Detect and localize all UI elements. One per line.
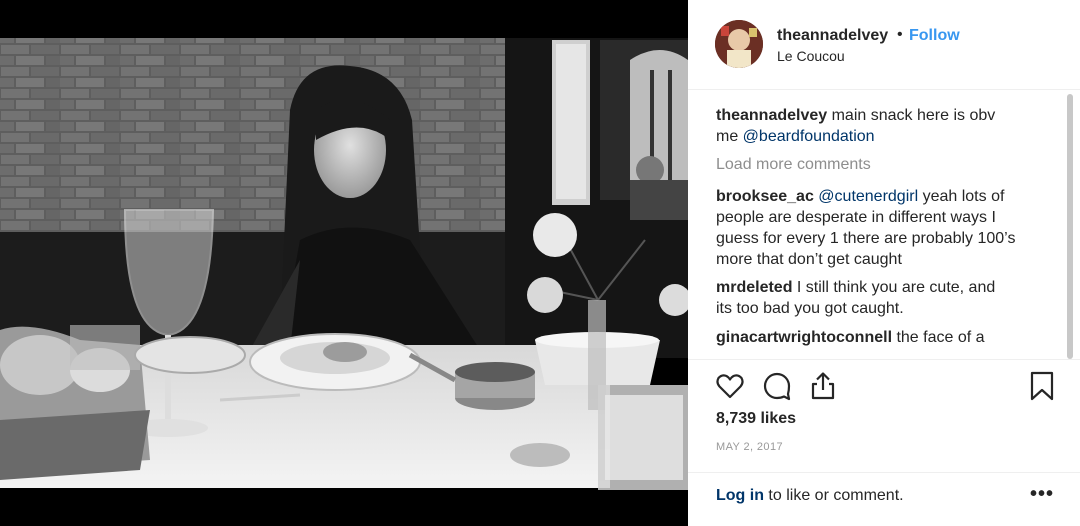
bookmark-icon[interactable] [1027, 371, 1057, 401]
caption-mention[interactable]: @beardfoundation [743, 128, 875, 145]
comment-mention[interactable]: @cutenerdgirl [818, 188, 918, 205]
caption: theannadelvey main snack here is obv me … [716, 105, 1016, 147]
comment-item: mrdeleted I still think you are cute, an… [716, 277, 1016, 319]
comment-text: people are desperate in different ways I [716, 209, 996, 226]
follow-button[interactable]: Follow [909, 27, 960, 45]
comment-text: guess for every 1 there are probably 100… [716, 230, 1016, 247]
comments-list[interactable]: theannadelvey main snack here is obv me … [688, 91, 1080, 359]
comment-bubble-icon[interactable] [762, 371, 792, 401]
caption-text-line1: main snack here is obv [827, 107, 996, 124]
heart-icon[interactable] [715, 371, 745, 401]
share-upload-icon[interactable] [808, 371, 838, 401]
comment-text: more that don’t get caught [716, 251, 902, 268]
comment-username[interactable]: mrdeleted [716, 279, 792, 296]
comment-username[interactable]: brooksee_ac [716, 188, 814, 205]
restaurant-photo-image [0, 0, 688, 526]
comment-username[interactable]: ginacartwrightoconnell [716, 329, 892, 346]
ellipsis-icon[interactable]: ••• [1030, 483, 1054, 506]
post-header: theannadelvey • Follow Le Coucou [688, 0, 1080, 90]
avatar[interactable] [715, 20, 763, 68]
header-separator: • [897, 26, 903, 43]
likes-count[interactable]: 8,739 likes [716, 410, 796, 428]
post-date[interactable]: MAY 2, 2017 [716, 441, 783, 453]
post-sidebar: theannadelvey • Follow Le Coucou theanna… [688, 0, 1080, 526]
avatar-image [715, 20, 763, 68]
comment-item: ginacartwrightoconnell the face of a [716, 327, 1016, 348]
login-prompt: Log in to like or comment. [716, 487, 904, 505]
login-prompt-text: to like or comment. [763, 487, 904, 504]
comment-text: I still think you are cute, and [792, 279, 996, 296]
comment-bar: Log in to like or comment. ••• [688, 472, 1080, 526]
post-actions: 8,739 likes MAY 2, 2017 Log in to like o… [688, 359, 1080, 526]
header-username[interactable]: theannadelvey [777, 27, 888, 45]
login-link[interactable]: Log in [716, 487, 764, 504]
post-photo[interactable] [0, 0, 688, 526]
comments-scrollbar[interactable] [1066, 94, 1074, 359]
scrollbar-thumb[interactable] [1067, 94, 1073, 359]
caption-text-line2: me [716, 128, 743, 145]
comment-text: its too bad you got caught. [716, 300, 904, 317]
location-link[interactable]: Le Coucou [777, 48, 845, 64]
comment-text: yeah lots of [918, 188, 1005, 205]
comment-item: brooksee_ac @cutenerdgirl yeah lots of p… [716, 186, 1016, 270]
load-more-comments-button[interactable]: Load more comments [716, 156, 871, 174]
caption-username[interactable]: theannadelvey [716, 107, 827, 124]
comment-text: the face of a [892, 329, 985, 346]
